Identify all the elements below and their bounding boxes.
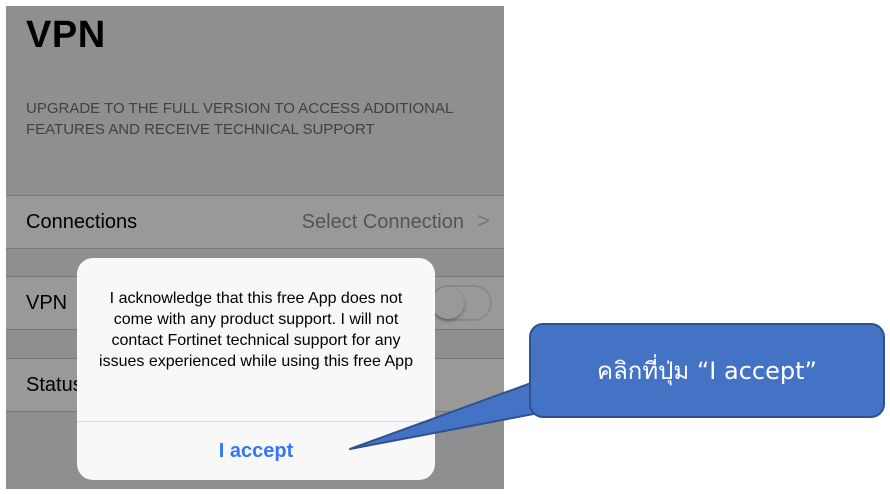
callout-pointer	[349, 377, 566, 450]
instruction-callout: คลิกที่ปุ่ม “I accept”	[529, 323, 885, 418]
callout-text: คลิกที่ปุ่ม “I accept”	[597, 357, 817, 385]
